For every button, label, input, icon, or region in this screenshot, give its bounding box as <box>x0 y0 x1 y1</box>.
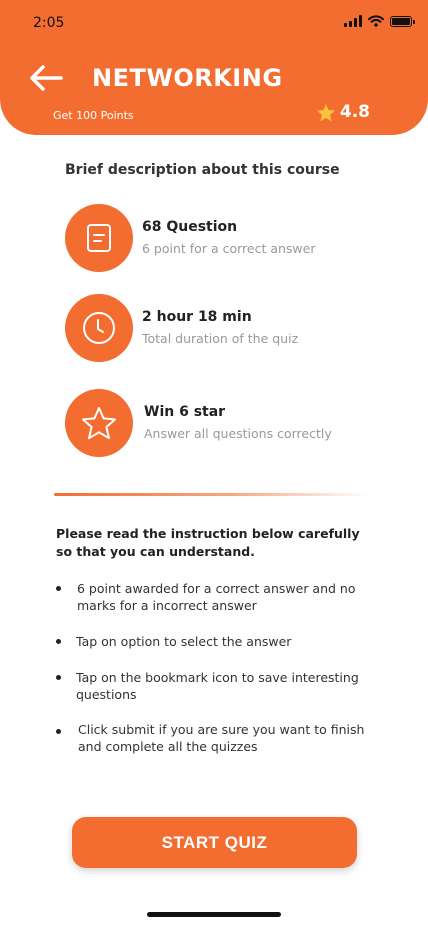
header: 2:05 NETWORKING Get 100 Points 4.8 <box>0 0 428 135</box>
divider <box>54 493 370 496</box>
feature-subtitle: Answer all questions correctly <box>144 426 332 441</box>
back-arrow-icon[interactable] <box>28 64 64 92</box>
feature-questions: 68 Question 6 point for a correct answer <box>65 204 385 272</box>
bullet <box>56 586 61 591</box>
feature-subtitle: 6 point for a correct answer <box>142 241 316 256</box>
feature-title: 2 hour 18 min <box>142 309 252 325</box>
start-quiz-button[interactable]: START QUIZ <box>72 817 357 868</box>
feature-icon-circle <box>65 294 133 362</box>
status-icons <box>344 15 415 27</box>
document-icon <box>87 224 111 252</box>
feature-icon-circle <box>65 204 133 272</box>
signal-icon <box>344 15 362 27</box>
instructions-heading: Please read the instruction below carefu… <box>56 526 360 559</box>
bullet <box>56 729 61 734</box>
instruction-text: 6 point awarded for a correct answer and… <box>77 581 356 613</box>
home-indicator <box>147 912 281 917</box>
clock-icon <box>83 312 115 344</box>
feature-duration: 2 hour 18 min Total duration of the quiz <box>65 294 385 362</box>
star-icon <box>316 103 335 121</box>
instruction-text: Click submit if you are sure you want to… <box>78 722 365 754</box>
instruction-text: Tap on the bookmark icon to save interes… <box>76 670 359 702</box>
points-label: Get 100 Points <box>53 109 134 122</box>
feature-title: 68 Question <box>142 219 238 235</box>
bullet <box>56 639 61 644</box>
feature-stars: Win 6 star Answer all questions correctl… <box>65 389 385 457</box>
page-title: NETWORKING <box>92 64 283 92</box>
battery-icon <box>390 15 415 27</box>
feature-title: Win 6 star <box>144 404 226 420</box>
description-heading: Brief description about this course <box>65 162 340 178</box>
star-outline-icon <box>82 407 116 440</box>
rating: 4.8 <box>316 102 370 122</box>
status-time: 2:05 <box>33 15 65 31</box>
feature-subtitle: Total duration of the quiz <box>142 331 299 346</box>
rating-value: 4.8 <box>339 102 370 122</box>
instruction-text: Tap on option to select the answer <box>76 634 292 649</box>
feature-icon-circle <box>65 389 133 457</box>
bullet <box>56 675 61 680</box>
wifi-icon <box>368 15 384 27</box>
